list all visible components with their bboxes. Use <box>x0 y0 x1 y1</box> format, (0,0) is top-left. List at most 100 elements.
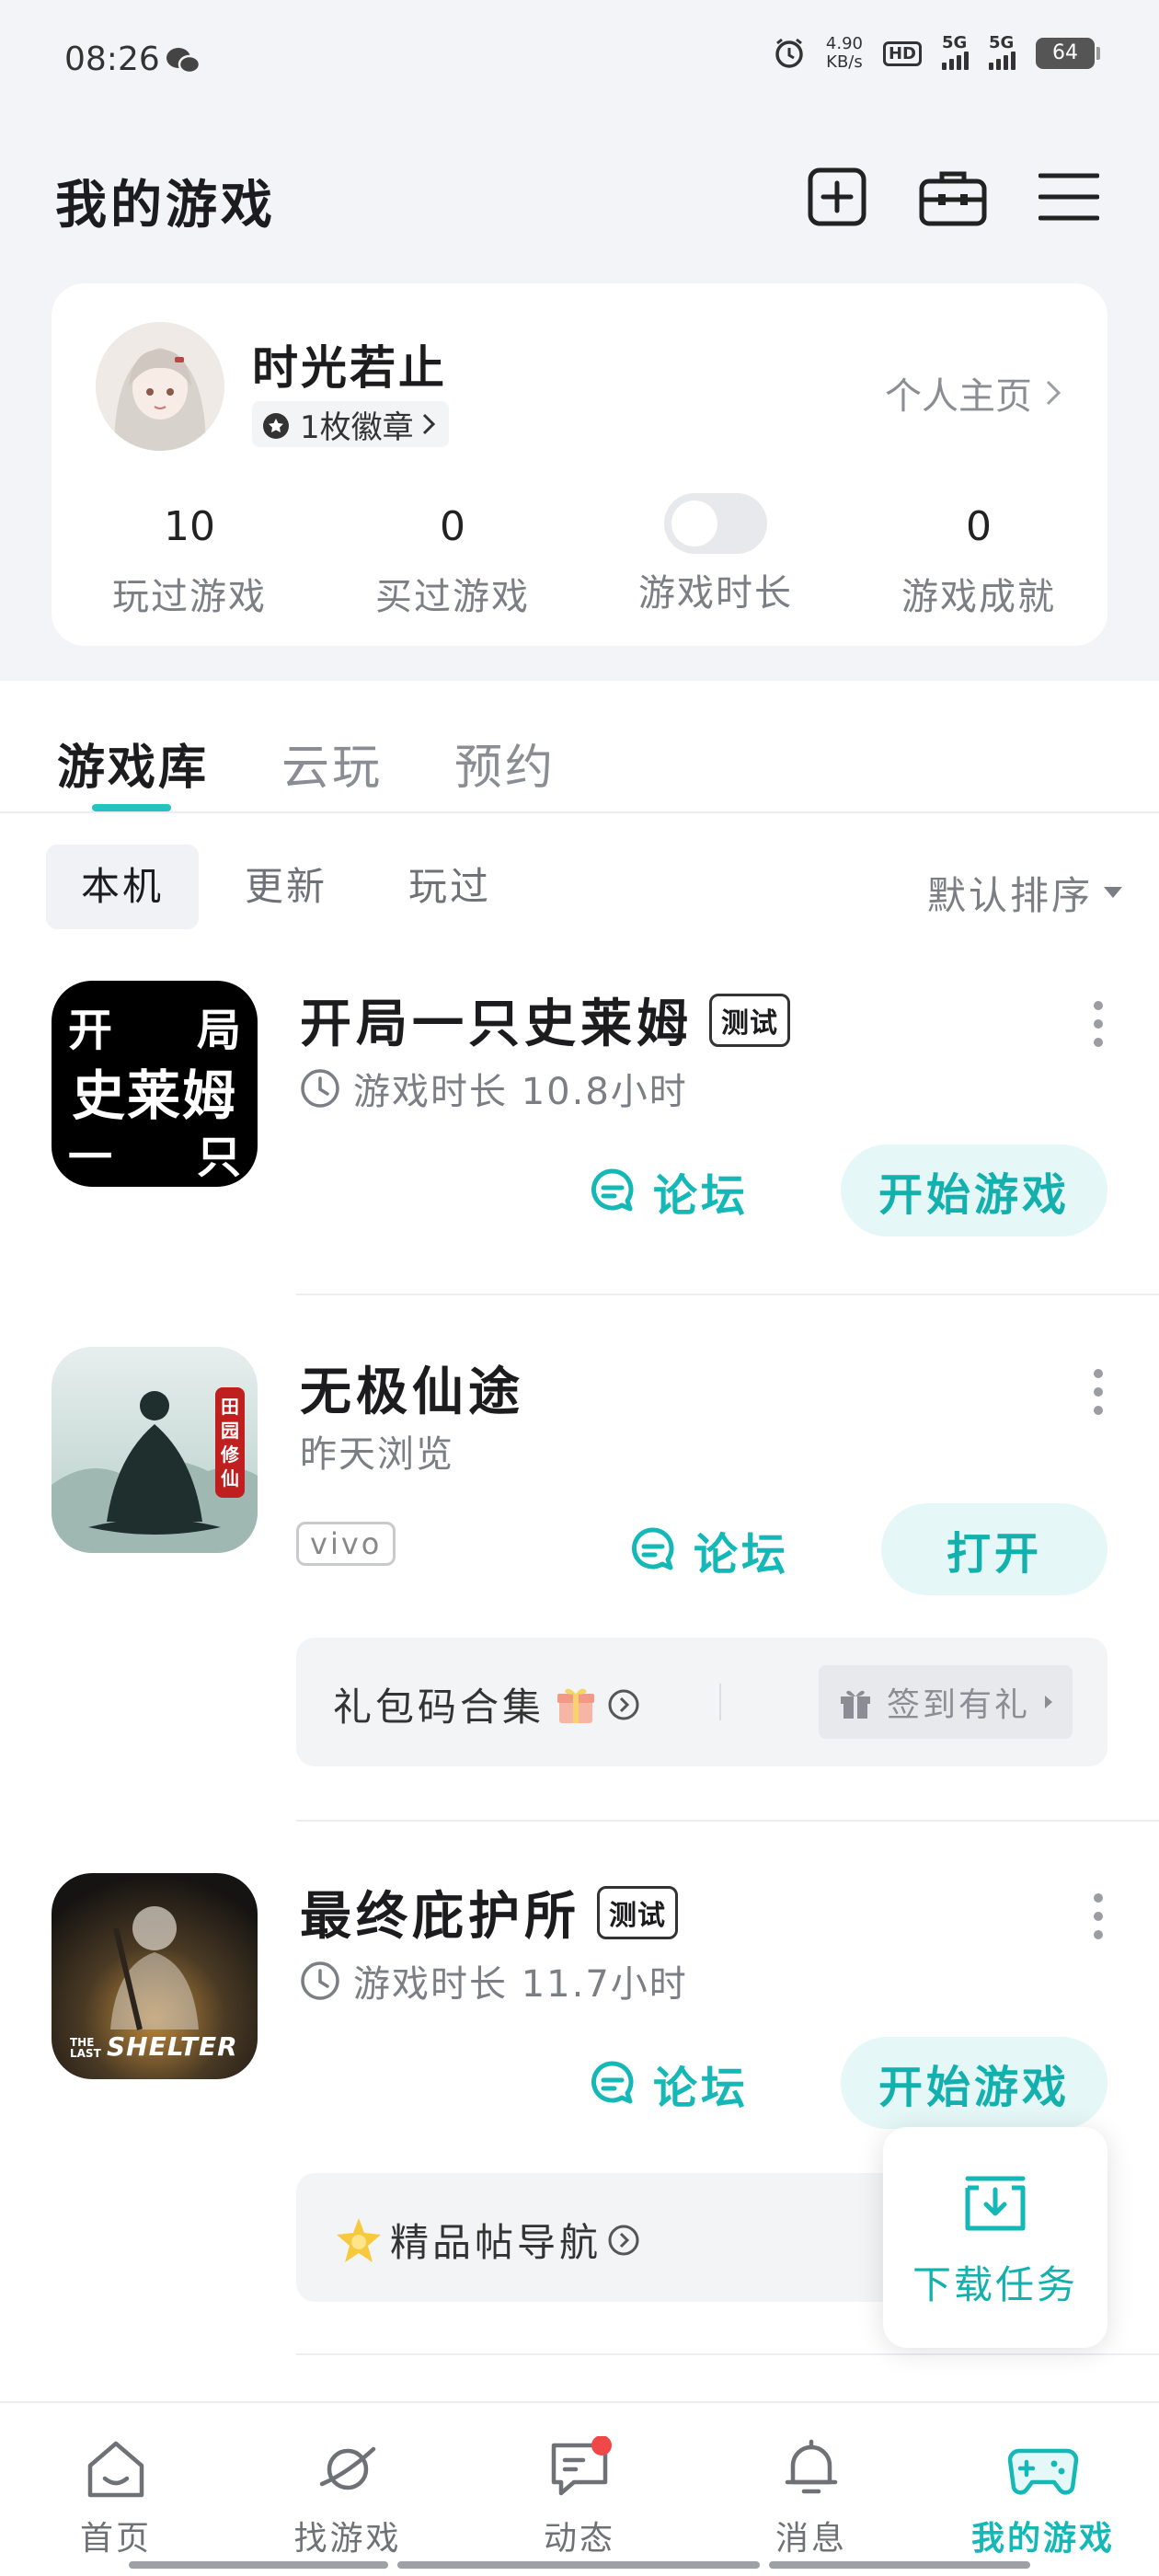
status-time: 08:26 <box>64 40 160 78</box>
clock-icon <box>300 1068 340 1109</box>
home-indicator <box>129 2561 388 2569</box>
forum-link[interactable]: 论坛 <box>587 2052 749 2116</box>
game-meta: 昨天浏览 <box>300 1433 454 1476</box>
forum-icon <box>587 2058 638 2110</box>
game-icon-shelter[interactable]: THE LAST SHELTER <box>52 1873 258 2079</box>
gift-box-icon <box>554 1683 598 1727</box>
featured-posts-text: 精品帖导航 <box>390 2220 602 2265</box>
bottom-nav: 首页 找游戏 动态 消息 我的游戏 <box>0 2401 1159 2576</box>
gift-divider <box>719 1684 721 1720</box>
test-tag: 测试 <box>709 993 790 1047</box>
forum-link[interactable]: 论坛 <box>627 1518 789 1582</box>
avatar[interactable] <box>96 322 224 451</box>
caret-right-icon <box>1043 1694 1054 1710</box>
icon-text: 开 <box>68 1005 113 1056</box>
icon-text: 史莱姆 <box>72 1064 238 1127</box>
stat-achievements[interactable]: 0 游戏成就 <box>859 500 1098 620</box>
nav-my-games[interactable]: 我的游戏 <box>927 2436 1159 2559</box>
stat-label: 游戏成就 <box>901 576 1056 618</box>
nav-label: 消息 <box>775 2520 847 2558</box>
net1-label: 5G <box>942 33 968 52</box>
tab-library[interactable]: 游戏库 <box>57 729 209 798</box>
playtime-toggle[interactable] <box>664 493 767 554</box>
tab-reserve[interactable]: 预约 <box>454 729 556 798</box>
gift-card[interactable]: 礼包码合集 签到有礼 <box>296 1638 1107 1766</box>
nav-label: 找游戏 <box>293 2520 402 2558</box>
gift-code-link[interactable]: 礼包码合集 <box>333 1676 640 1732</box>
more-icon[interactable] <box>1089 1001 1107 1047</box>
game-title[interactable]: 无极仙途 <box>300 1351 524 1425</box>
page-title: 我的游戏 <box>55 176 276 236</box>
signal-1-icon: 5G <box>942 33 969 70</box>
speed-value: 4.90 <box>825 34 863 53</box>
game-meta: 游戏时长 10.8小时 <box>300 1062 688 1115</box>
playtime-text: 游戏时长 11.7小时 <box>353 1963 688 2006</box>
nav-feed[interactable]: 动态 <box>464 2436 695 2559</box>
nav-home[interactable]: 首页 <box>0 2436 232 2559</box>
hd-badge: HD <box>882 40 922 66</box>
icon-text: 一 <box>68 1132 113 1183</box>
subtab-played[interactable]: 玩过 <box>373 845 526 929</box>
stat-value: 0 <box>966 503 992 550</box>
stat-value: 0 <box>440 503 465 550</box>
game-title[interactable]: 最终庇护所 测试 <box>300 1875 678 1949</box>
open-button[interactable]: 打开 <box>881 1503 1107 1595</box>
gift-icon <box>837 1684 874 1720</box>
stat-label: 游戏时长 <box>638 572 793 615</box>
alarm-icon <box>773 37 806 70</box>
clock-icon <box>300 1961 340 2001</box>
add-icon[interactable] <box>800 160 874 234</box>
playtime-text: 游戏时长 10.8小时 <box>353 1071 688 1113</box>
star-icon <box>333 2214 384 2266</box>
subtab-local[interactable]: 本机 <box>46 845 200 929</box>
start-game-button[interactable]: 开始游戏 <box>841 2037 1107 2129</box>
sort-dropdown[interactable]: 默认排序 <box>927 865 1122 921</box>
game-icon-slime[interactable]: 开 局 史莱姆 一 只 <box>52 981 258 1187</box>
icon-seal-text: 田园修仙 <box>221 1396 239 1489</box>
stat-label: 买过游戏 <box>375 576 530 618</box>
badge-count: 1枚徽章 <box>300 408 414 446</box>
profile-card[interactable]: 时光若止 1枚徽章 个人主页 10 玩过游戏 0 买过游戏 游戏时长 0 游戏成… <box>52 283 1107 646</box>
download-task-label: 下载任务 <box>912 2261 1078 2307</box>
icon-text: 局 <box>196 1005 241 1056</box>
row-divider <box>296 2353 1159 2355</box>
game-name: 无极仙途 <box>300 1363 524 1422</box>
tab-cloud[interactable]: 云玩 <box>281 729 383 798</box>
chevron-right-icon <box>421 412 436 436</box>
start-game-button[interactable]: 开始游戏 <box>841 1144 1107 1236</box>
game-title[interactable]: 开局一只史莱姆 测试 <box>300 983 790 1057</box>
badge-chip[interactable]: 1枚徽章 <box>252 401 449 447</box>
download-task-button[interactable]: 下载任务 <box>883 2127 1107 2348</box>
more-icon[interactable] <box>1089 1369 1107 1415</box>
forum-label: 论坛 <box>653 2063 750 2114</box>
circle-arrow-icon <box>607 1688 640 1721</box>
toolbox-icon[interactable] <box>916 160 990 234</box>
planet-icon <box>315 2436 381 2501</box>
feed-icon <box>546 2436 613 2501</box>
personal-home-link[interactable]: 个人主页 <box>885 366 1061 420</box>
game-name: 最终庇护所 <box>300 1887 580 1947</box>
forum-icon <box>627 1524 679 1576</box>
row-divider <box>296 1294 1159 1295</box>
nav-messages[interactable]: 消息 <box>695 2436 927 2559</box>
stat-played[interactable]: 10 玩过游戏 <box>70 500 309 620</box>
stat-bought[interactable]: 0 买过游戏 <box>333 500 572 620</box>
forum-link[interactable]: 论坛 <box>587 1159 749 1224</box>
home-icon <box>83 2436 149 2501</box>
tabs-divider <box>0 811 1159 813</box>
nav-discover[interactable]: 找游戏 <box>232 2436 464 2559</box>
personal-home-label: 个人主页 <box>885 375 1032 418</box>
medal-icon <box>259 408 293 441</box>
menu-icon[interactable] <box>1032 160 1106 234</box>
game-name: 开局一只史莱姆 <box>300 995 693 1054</box>
featured-posts-link[interactable]: 精品帖导航 <box>333 2212 640 2268</box>
subtab-update[interactable]: 更新 <box>210 845 362 929</box>
platform-tag: vivo <box>296 1522 396 1566</box>
sort-label: 默认排序 <box>926 873 1093 918</box>
checkin-gift-button[interactable]: 签到有礼 <box>818 1665 1073 1739</box>
game-icon-wuji[interactable]: 田园修仙 <box>52 1347 258 1553</box>
net2-label: 5G <box>989 33 1015 52</box>
tab-indicator <box>92 804 171 811</box>
more-icon[interactable] <box>1089 1893 1107 1939</box>
stat-playtime[interactable]: 游戏时长 <box>596 493 835 616</box>
